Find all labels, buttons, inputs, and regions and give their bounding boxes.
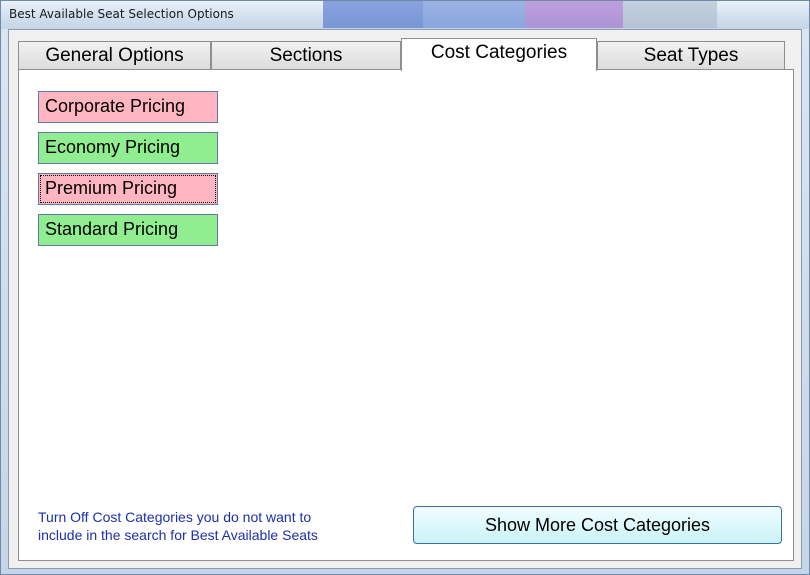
background-window-strip — [623, 1, 717, 28]
tab-sections[interactable]: Sections — [211, 41, 401, 69]
background-window-strip — [323, 1, 423, 28]
instruction-text: Turn Off Cost Categories you do not want… — [38, 508, 368, 544]
tab-general-options[interactable]: General Options — [18, 41, 211, 69]
window-title: Best Available Seat Selection Options — [9, 7, 234, 21]
tab-seat-types[interactable]: Seat Types — [597, 41, 785, 69]
background-window-strip — [423, 1, 525, 28]
title-bar[interactable]: Best Available Seat Selection Options — [1, 1, 809, 29]
category-toggle-economy-pricing[interactable]: Economy Pricing — [38, 132, 218, 164]
tab-cost-categories[interactable]: Cost Categories — [401, 38, 597, 71]
tab-strip: General Options Sections Cost Categories… — [18, 38, 794, 71]
cost-categories-panel: Corporate Pricing Economy Pricing Premiu… — [18, 69, 794, 561]
show-more-cost-categories-button[interactable]: Show More Cost Categories — [413, 506, 782, 544]
dialog-window: Best Available Seat Selection Options Ge… — [0, 0, 810, 575]
background-window-strip — [525, 1, 623, 28]
instruction-line: include in the search for Best Available… — [38, 527, 318, 543]
category-toggle-standard-pricing[interactable]: Standard Pricing — [38, 214, 218, 246]
dialog-client-area: General Options Sections Cost Categories… — [8, 29, 802, 569]
category-toggle-premium-pricing[interactable]: Premium Pricing — [38, 173, 218, 205]
instruction-line: Turn Off Cost Categories you do not want… — [38, 509, 312, 525]
category-toggle-corporate-pricing[interactable]: Corporate Pricing — [38, 91, 218, 123]
